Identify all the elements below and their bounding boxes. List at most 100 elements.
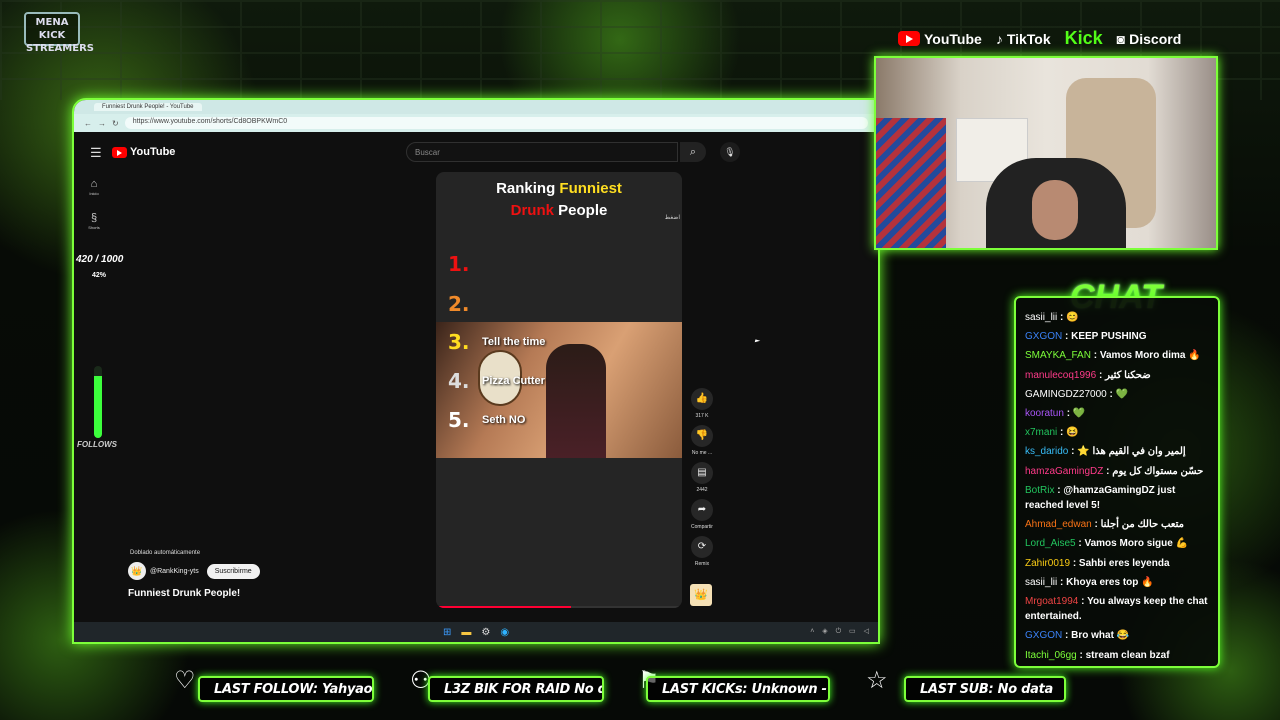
chat-text: : Bro what 😂 bbox=[1065, 630, 1130, 642]
chat-message: SMAYKA_FAN : Vamos Moro dima 🔥 bbox=[1025, 348, 1210, 363]
chat-text: : ⭐ إلمير وان في القيم هذا bbox=[1071, 446, 1186, 458]
chat-username[interactable]: Lord_Aise5 bbox=[1025, 538, 1078, 549]
youtube-icon bbox=[112, 146, 127, 158]
chat-username[interactable]: sasii_lii bbox=[1025, 312, 1060, 323]
remix-button[interactable]: ⟳ Remix bbox=[686, 536, 718, 567]
follows-label: FOLLOWS bbox=[77, 440, 117, 449]
follows-progress-bar bbox=[94, 366, 102, 438]
chat-message: GXGON : KEEP PUSHING bbox=[1025, 329, 1210, 344]
chat-username[interactable]: BotRix bbox=[1025, 485, 1057, 496]
settings-icon[interactable]: ⚙ bbox=[481, 627, 490, 638]
corner-text: اضغط bbox=[664, 215, 680, 221]
tab-bar: Funniest Drunk People! - YouTube bbox=[74, 100, 878, 114]
search-icon[interactable]: ⌕ bbox=[680, 142, 706, 162]
rank-5-label: Seth NO bbox=[482, 414, 526, 426]
subscribe-button[interactable]: Suscribirme bbox=[206, 563, 260, 579]
chat-text: : 💚 bbox=[1109, 388, 1129, 400]
chat-username[interactable]: Mrgoat1994 bbox=[1025, 596, 1081, 607]
webcam-feed bbox=[874, 56, 1218, 250]
chat-message: GXGON : Bro what 😂 bbox=[1025, 628, 1210, 643]
address-bar: ← → ↻ https://www.youtube.com/shorts/Cd8… bbox=[74, 114, 878, 132]
short-actions: 👍 317 K 👎 No me ... ▤ 2442 ➦ Compartir ⟳ Remi… bbox=[686, 388, 718, 573]
chat-username[interactable]: Zahir0019 bbox=[1025, 558, 1073, 569]
short-video[interactable]: Ranking Funniest Drunk People اضغط 1. 2.… bbox=[436, 172, 682, 608]
chat-username[interactable]: Ahmad_edwan bbox=[1025, 519, 1095, 530]
rank-3-label: Tell the time bbox=[482, 336, 546, 348]
chat-text: : Vamos Moro dima 🔥 bbox=[1093, 350, 1201, 362]
chat-username[interactable]: Itachi_06gg bbox=[1025, 650, 1080, 661]
rank-4: 4. bbox=[448, 369, 470, 393]
chat-username[interactable]: manulecoq1996 bbox=[1025, 370, 1099, 381]
forward-icon[interactable]: → bbox=[98, 119, 106, 128]
share-icon: ➦ bbox=[691, 499, 713, 521]
file-explorer-icon[interactable]: ▬ bbox=[461, 627, 471, 638]
channel-avatar-icon[interactable]: 👑 bbox=[690, 584, 712, 606]
chat-message: x7mani : 😆 bbox=[1025, 425, 1210, 440]
chat-username[interactable]: kooratun bbox=[1025, 408, 1067, 419]
youtube-sidebar: ⌂ Inicio § Shorts bbox=[82, 178, 106, 246]
browser-tab[interactable]: Funniest Drunk People! - YouTube bbox=[94, 103, 202, 111]
video-progress-fill bbox=[436, 606, 572, 608]
chat-message: Ahmad_edwan : متعب حالك من أجلنا bbox=[1025, 517, 1210, 532]
dislike-icon: 👎 bbox=[691, 425, 713, 447]
back-icon[interactable]: ← bbox=[84, 119, 92, 128]
url-field[interactable]: https://www.youtube.com/shorts/Cd8OBPKWm… bbox=[124, 117, 868, 129]
tiktok-social: ♪ TikTok bbox=[995, 30, 1051, 47]
search-input[interactable]: Buscar bbox=[406, 142, 678, 162]
chat-username[interactable]: sasii_lii bbox=[1025, 577, 1060, 588]
chat-text: : متعب حالك من أجلنا bbox=[1094, 519, 1184, 531]
social-links: YouTube ♪ TikTok Kick ◙ Discord bbox=[898, 28, 1181, 49]
raid-box: L3Z BIK FOR RAID No data bbox=[428, 676, 604, 702]
chat-username[interactable]: GXGON bbox=[1025, 630, 1065, 641]
chat-text: : 💚 bbox=[1066, 408, 1086, 420]
video-title: Funniest Drunk People! bbox=[128, 588, 241, 599]
chat-username[interactable]: GXGON bbox=[1025, 331, 1065, 342]
chat-username[interactable]: SMAYKA_FAN bbox=[1025, 350, 1094, 361]
dislike-button[interactable]: 👎 No me ... bbox=[686, 425, 718, 456]
menu-icon[interactable]: ☰ bbox=[90, 145, 102, 161]
windows-start-icon[interactable]: ⊞ bbox=[443, 627, 451, 638]
short-title: Ranking Funniest Drunk People bbox=[496, 180, 622, 219]
discord-social: ◙ Discord bbox=[1116, 30, 1182, 47]
rank-2: 2. bbox=[448, 292, 470, 316]
channel-name[interactable]: @RankKing-yts bbox=[150, 568, 199, 575]
webcam-bed bbox=[876, 118, 946, 248]
edge-icon[interactable]: ◉ bbox=[500, 627, 509, 638]
last-kicks-box: LAST KICKs: Unknown - 0 bbox=[646, 676, 830, 702]
chat-text: : Sahbi eres leyenda bbox=[1072, 557, 1170, 569]
chat-message: sasii_lii : Khoya eres top 🔥 bbox=[1025, 575, 1210, 590]
like-icon: 👍 bbox=[691, 388, 713, 410]
chat-username[interactable]: hamzaGamingDZ bbox=[1025, 466, 1106, 477]
youtube-icon bbox=[898, 31, 920, 46]
share-button[interactable]: ➦ Compartir bbox=[686, 499, 718, 530]
shorts-icon: § bbox=[90, 212, 98, 224]
chat-username[interactable]: ks_darido bbox=[1025, 446, 1071, 457]
sidebar-item-home[interactable]: ⌂ Inicio bbox=[82, 178, 106, 196]
dub-label: Doblado automáticamente bbox=[130, 550, 201, 556]
chat-text: : 😊 bbox=[1060, 312, 1079, 323]
chat-username[interactable]: x7mani bbox=[1025, 427, 1060, 438]
system-tray[interactable]: ˄ ◈ ⏻ ▭ ◁ bbox=[810, 627, 872, 636]
like-button[interactable]: 👍 317 K bbox=[686, 388, 718, 419]
chat-message: Itachi_06gg : stream clean bzaf bbox=[1025, 648, 1210, 663]
chat-text: : حسّن مستواك كل يوم bbox=[1106, 465, 1204, 477]
tiktok-icon: ♪ bbox=[995, 30, 1003, 47]
crown-icon[interactable]: 👑 bbox=[128, 562, 146, 580]
mic-icon[interactable]: 🎙 bbox=[720, 142, 740, 162]
chat-message: hamzaGamingDZ : حسّن مستواك كل يوم bbox=[1025, 464, 1210, 479]
chat-username[interactable]: GAMINGDZ27000 bbox=[1025, 389, 1109, 400]
youtube-logo[interactable]: YouTube bbox=[112, 146, 175, 158]
comment-button[interactable]: ▤ 2442 bbox=[686, 462, 718, 493]
chat-message: ks_darido : ⭐ إلمير وان في القيم هذا bbox=[1025, 444, 1210, 459]
sidebar-item-shorts[interactable]: § Shorts bbox=[82, 212, 106, 230]
home-icon: ⌂ bbox=[90, 178, 98, 190]
chat-text: : ضحكنا كثير bbox=[1098, 369, 1151, 381]
reload-icon[interactable]: ↻ bbox=[112, 119, 119, 128]
last-follow-box: LAST FOLLOW: Yahyaopeth bbox=[198, 676, 374, 702]
mena-kick-logo: MENA KICK STREAMERS bbox=[24, 12, 94, 54]
comment-icon: ▤ bbox=[691, 462, 713, 484]
video-progress[interactable] bbox=[436, 606, 682, 608]
bottom-bar: ♡ LAST FOLLOW: Yahyaopeth ⚇ L3Z BIK FOR … bbox=[0, 662, 1280, 720]
browser-window: Funniest Drunk People! - YouTube ← → ↻ h… bbox=[72, 98, 880, 644]
sub-goal-count: 420 / 1000 bbox=[76, 254, 124, 265]
